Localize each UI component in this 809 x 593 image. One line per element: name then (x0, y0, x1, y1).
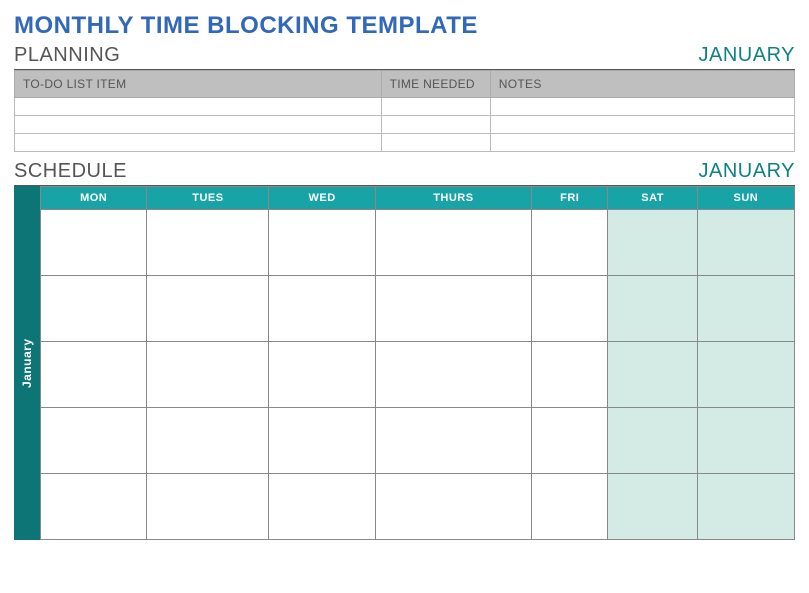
schedule-wrap: January MON TUES WED THURS FRI SAT SUN (14, 186, 795, 540)
schedule-cell[interactable] (375, 408, 531, 474)
schedule-cell[interactable] (532, 342, 608, 408)
schedule-cell[interactable] (41, 276, 147, 342)
schedule-week-row (41, 276, 795, 342)
schedule-cell-weekend[interactable] (697, 210, 794, 276)
schedule-cell-weekend[interactable] (697, 276, 794, 342)
schedule-cell-weekend[interactable] (697, 474, 794, 540)
planning-header-time: TIME NEEDED (381, 71, 490, 98)
planning-cell-item[interactable] (15, 116, 382, 134)
schedule-cell[interactable] (375, 342, 531, 408)
schedule-cell-weekend[interactable] (608, 342, 697, 408)
planning-section-label: PLANNING (14, 44, 120, 67)
planning-table: TO-DO LIST ITEM TIME NEEDED NOTES (14, 70, 795, 152)
planning-cell-time[interactable] (381, 116, 490, 134)
planning-cell-time[interactable] (381, 134, 490, 152)
schedule-week-row (41, 474, 795, 540)
schedule-cell[interactable] (532, 474, 608, 540)
planning-cell-notes[interactable] (490, 98, 794, 116)
schedule-cell[interactable] (147, 276, 269, 342)
schedule-cell[interactable] (269, 474, 375, 540)
schedule-header-wed: WED (269, 187, 375, 210)
schedule-cell[interactable] (532, 210, 608, 276)
planning-cell-item[interactable] (15, 98, 382, 116)
schedule-header-thurs: THURS (375, 187, 531, 210)
schedule-cell[interactable] (41, 210, 147, 276)
planning-cell-notes[interactable] (490, 134, 794, 152)
schedule-week-row (41, 210, 795, 276)
schedule-cell[interactable] (532, 276, 608, 342)
schedule-cell[interactable] (41, 474, 147, 540)
schedule-cell[interactable] (269, 408, 375, 474)
schedule-table: MON TUES WED THURS FRI SAT SUN (40, 186, 795, 540)
schedule-cell-weekend[interactable] (608, 210, 697, 276)
schedule-cell-weekend[interactable] (608, 474, 697, 540)
schedule-header-tues: TUES (147, 187, 269, 210)
schedule-cell-weekend[interactable] (697, 408, 794, 474)
schedule-cell[interactable] (41, 408, 147, 474)
schedule-week-row (41, 342, 795, 408)
schedule-cell[interactable] (147, 474, 269, 540)
planning-cell-notes[interactable] (490, 116, 794, 134)
schedule-cell-weekend[interactable] (697, 342, 794, 408)
planning-header-item: TO-DO LIST ITEM (15, 71, 382, 98)
schedule-section-bar: SCHEDULE JANUARY (14, 160, 795, 186)
schedule-header-mon: MON (41, 187, 147, 210)
planning-cell-time[interactable] (381, 98, 490, 116)
schedule-cell[interactable] (147, 210, 269, 276)
page-title: MONTHLY TIME BLOCKING TEMPLATE (14, 12, 795, 40)
schedule-cell[interactable] (269, 210, 375, 276)
schedule-cell[interactable] (147, 342, 269, 408)
schedule-cell[interactable] (147, 408, 269, 474)
schedule-header-sat: SAT (608, 187, 697, 210)
planning-row (15, 116, 795, 134)
schedule-month-sidebar: January (14, 186, 40, 540)
schedule-header-sun: SUN (697, 187, 794, 210)
schedule-cell-weekend[interactable] (608, 408, 697, 474)
planning-month-label: JANUARY (699, 44, 796, 67)
planning-section-bar: PLANNING JANUARY (14, 44, 795, 70)
planning-header-notes: NOTES (490, 71, 794, 98)
planning-row (15, 134, 795, 152)
schedule-cell[interactable] (269, 276, 375, 342)
planning-cell-item[interactable] (15, 134, 382, 152)
schedule-cell[interactable] (269, 342, 375, 408)
schedule-section-label: SCHEDULE (14, 160, 127, 183)
schedule-header-fri: FRI (532, 187, 608, 210)
planning-row (15, 98, 795, 116)
schedule-cell[interactable] (532, 408, 608, 474)
schedule-cell[interactable] (41, 342, 147, 408)
schedule-cell[interactable] (375, 276, 531, 342)
schedule-month-label: JANUARY (699, 160, 796, 183)
schedule-cell[interactable] (375, 474, 531, 540)
schedule-week-row (41, 408, 795, 474)
schedule-cell-weekend[interactable] (608, 276, 697, 342)
schedule-cell[interactable] (375, 210, 531, 276)
